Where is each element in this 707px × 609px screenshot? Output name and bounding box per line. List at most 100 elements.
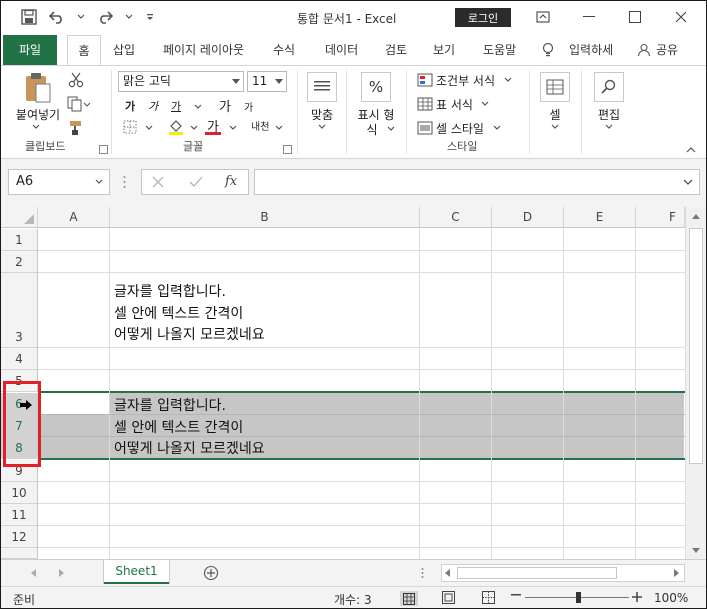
- tab-view[interactable]: 보기: [433, 35, 455, 65]
- close-icon[interactable]: [658, 5, 704, 29]
- zoom-out-icon[interactable]: [511, 590, 521, 600]
- collapse-ribbon-icon[interactable]: [686, 146, 696, 153]
- column-header-b[interactable]: B: [110, 207, 420, 228]
- number-dropdown-icon[interactable]: [387, 126, 395, 132]
- conditional-dropdown-icon[interactable]: [504, 77, 512, 83]
- tab-review[interactable]: 검토: [385, 35, 407, 65]
- cells-dropdown-icon[interactable]: [551, 124, 559, 130]
- horizontal-scrollbar[interactable]: [441, 564, 685, 582]
- borders-icon[interactable]: [123, 120, 137, 134]
- minimize-icon[interactable]: [566, 5, 612, 29]
- select-all-corner[interactable]: [1, 207, 38, 228]
- normal-view-icon[interactable]: [400, 591, 418, 606]
- sheet-tab-sheet1[interactable]: Sheet1: [104, 560, 169, 584]
- insert-function-icon[interactable]: fx: [225, 174, 237, 189]
- alignment-button[interactable]: 맞춤: [303, 106, 341, 123]
- tab-home[interactable]: 홈: [67, 35, 101, 66]
- row-header-11[interactable]: 11: [1, 504, 38, 526]
- name-box-dropdown-icon[interactable]: [95, 179, 103, 185]
- paste-label[interactable]: 붙여넣기: [13, 106, 63, 123]
- column-header-c[interactable]: C: [420, 207, 492, 228]
- redo-icon[interactable]: [97, 10, 113, 24]
- conditional-format-button[interactable]: 조건부 서식: [436, 72, 495, 89]
- format-painter-icon[interactable]: [67, 120, 83, 136]
- format-as-table-button[interactable]: 표 서식: [436, 96, 473, 113]
- bold-button[interactable]: 가: [125, 98, 135, 114]
- font-launcher-icon[interactable]: [283, 145, 292, 154]
- vertical-scrollbar[interactable]: [685, 207, 706, 559]
- row-header-13[interactable]: [1, 548, 38, 559]
- add-sheet-icon[interactable]: [203, 565, 219, 581]
- font-name-select[interactable]: 맑은 고딕: [118, 71, 244, 92]
- column-header-d[interactable]: D: [492, 207, 564, 228]
- row-header-4[interactable]: 4: [1, 348, 38, 370]
- name-box[interactable]: A6: [8, 169, 110, 195]
- cell-styles-dropdown-icon[interactable]: [493, 125, 501, 131]
- phonetic-guide-button[interactable]: 내천: [251, 118, 269, 133]
- cell-styles-icon[interactable]: [417, 121, 433, 135]
- cancel-entry-icon[interactable]: [152, 176, 164, 188]
- redo-dropdown-icon[interactable]: [125, 14, 133, 20]
- fill-color-dropdown-icon[interactable]: [190, 125, 198, 131]
- font-size-select[interactable]: 11: [247, 71, 287, 92]
- cell-styles-button[interactable]: 셀 스타일: [436, 120, 484, 137]
- scroll-right-icon[interactable]: [674, 569, 680, 577]
- underline-button[interactable]: 가: [171, 98, 181, 114]
- status-count[interactable]: 개수: 3: [334, 591, 372, 608]
- scroll-down-icon[interactable]: [691, 547, 701, 554]
- search-icon[interactable]: [594, 72, 624, 102]
- borders-dropdown-icon[interactable]: [145, 125, 153, 131]
- horizontal-scroll-thumb[interactable]: [457, 567, 617, 579]
- paste-dropdown-icon[interactable]: [32, 124, 40, 130]
- tab-help[interactable]: 도움말: [483, 35, 516, 65]
- share-button[interactable]: 공유: [656, 35, 678, 65]
- save-icon[interactable]: [21, 9, 37, 25]
- page-layout-view-icon[interactable]: [442, 591, 455, 604]
- undo-icon[interactable]: [49, 10, 65, 24]
- page-break-view-icon[interactable]: [482, 591, 495, 604]
- zoom-level[interactable]: 100%: [654, 591, 688, 605]
- tab-insert[interactable]: 삽입: [113, 35, 135, 65]
- row-header-12[interactable]: 12: [1, 526, 38, 548]
- ribbon-display-options-icon[interactable]: [520, 5, 566, 29]
- cells-button[interactable]: 셀: [541, 106, 569, 123]
- tab-page-layout[interactable]: 페이지 레이아웃: [163, 35, 244, 65]
- tab-data[interactable]: 데이터: [325, 35, 358, 65]
- copy-icon[interactable]: [67, 96, 91, 112]
- confirm-entry-icon[interactable]: [189, 176, 203, 188]
- column-header-e[interactable]: E: [564, 207, 636, 228]
- worksheet-grid[interactable]: A B C D E F 1 2 3 4 5 6 7 8 9 10 11 12 글…: [1, 207, 706, 559]
- prev-sheet-icon[interactable]: [31, 569, 37, 577]
- tab-formulas[interactable]: 수식: [273, 35, 295, 65]
- column-header-a[interactable]: A: [38, 207, 110, 228]
- editing-button[interactable]: 편집: [591, 106, 627, 123]
- tab-split-icon[interactable]: [421, 567, 424, 579]
- editing-dropdown-icon[interactable]: [605, 124, 613, 130]
- row-header-10[interactable]: 10: [1, 482, 38, 504]
- share-person-icon[interactable]: [637, 43, 651, 57]
- fill-color-icon[interactable]: [168, 118, 184, 136]
- clipboard-launcher-icon[interactable]: [99, 145, 108, 154]
- undo-dropdown-icon[interactable]: [77, 14, 85, 20]
- underline-dropdown-icon[interactable]: [194, 104, 202, 110]
- scroll-left-icon[interactable]: [445, 569, 451, 577]
- tell-me-search[interactable]: 입력하세: [569, 35, 613, 65]
- conditional-format-icon[interactable]: [417, 73, 433, 87]
- cells-icon[interactable]: [540, 72, 570, 102]
- paste-icon[interactable]: [23, 72, 53, 104]
- column-header-f[interactable]: F: [636, 207, 685, 228]
- tab-file[interactable]: 파일: [3, 35, 57, 65]
- grow-font-button[interactable]: 가: [219, 96, 231, 115]
- next-sheet-icon[interactable]: [59, 569, 65, 577]
- number-format-icon[interactable]: %: [361, 72, 391, 102]
- zoom-in-icon[interactable]: [632, 592, 642, 602]
- row-header-2[interactable]: 2: [1, 251, 38, 273]
- row-header-3[interactable]: 3: [1, 273, 38, 348]
- italic-button[interactable]: 가: [148, 98, 158, 114]
- formula-input[interactable]: [254, 169, 700, 195]
- shrink-font-button[interactable]: 가: [244, 99, 253, 114]
- customize-qat-icon[interactable]: [145, 12, 155, 22]
- table-dropdown-icon[interactable]: [481, 101, 489, 107]
- scroll-up-icon[interactable]: [691, 213, 701, 220]
- expand-formula-icon[interactable]: [683, 179, 693, 186]
